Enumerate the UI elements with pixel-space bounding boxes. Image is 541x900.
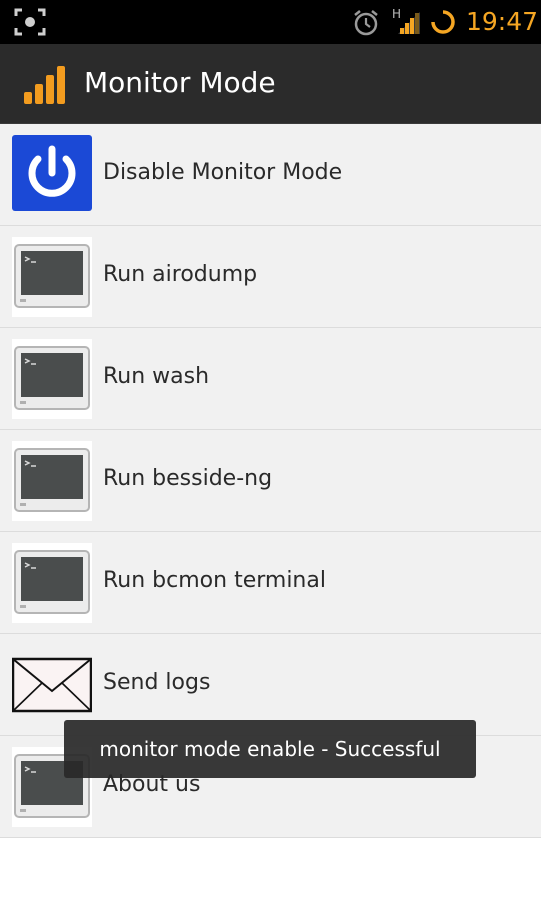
list-item-label: Run besside-ng [103,466,273,491]
sync-icon [431,10,455,34]
signal-bars-icon[interactable] [24,62,74,104]
list-item-run-bcmon-terminal[interactable]: Run bcmon terminal [0,532,541,634]
list-item-disable-monitor-mode[interactable]: Disable Monitor Mode [0,124,541,226]
terminal-icon [12,441,92,521]
list-item-label: Send logs [103,670,211,695]
app-bar: Monitor Mode [0,44,541,125]
signal-icon: H [392,7,420,34]
page-title: Monitor Mode [84,66,276,99]
list-item-label: Run bcmon terminal [103,568,326,593]
envelope-icon [12,657,92,713]
status-bar: H 19:47 [0,0,541,44]
list-item-label: Run wash [103,364,210,389]
terminal-icon [12,237,92,317]
list-item-label: Run airodump [103,262,258,287]
power-icon [12,135,92,211]
list-item-label: Disable Monitor Mode [103,160,343,185]
status-clock: 19:47 [466,7,539,36]
list-item-run-wash[interactable]: Run wash [0,328,541,430]
toast-message: monitor mode enable - Successful [64,720,476,778]
terminal-icon [12,543,92,623]
screenshot-icon [14,8,46,36]
menu-list: Disable Monitor Mode Run airodump Run wa… [0,124,541,898]
list-empty-space [0,838,541,898]
alarm-icon [354,10,378,36]
toast-text: monitor mode enable - Successful [99,737,441,761]
network-type-label: H [392,7,401,21]
list-item-run-airodump[interactable]: Run airodump [0,226,541,328]
terminal-icon [12,339,92,419]
list-item-run-besside-ng[interactable]: Run besside-ng [0,430,541,532]
